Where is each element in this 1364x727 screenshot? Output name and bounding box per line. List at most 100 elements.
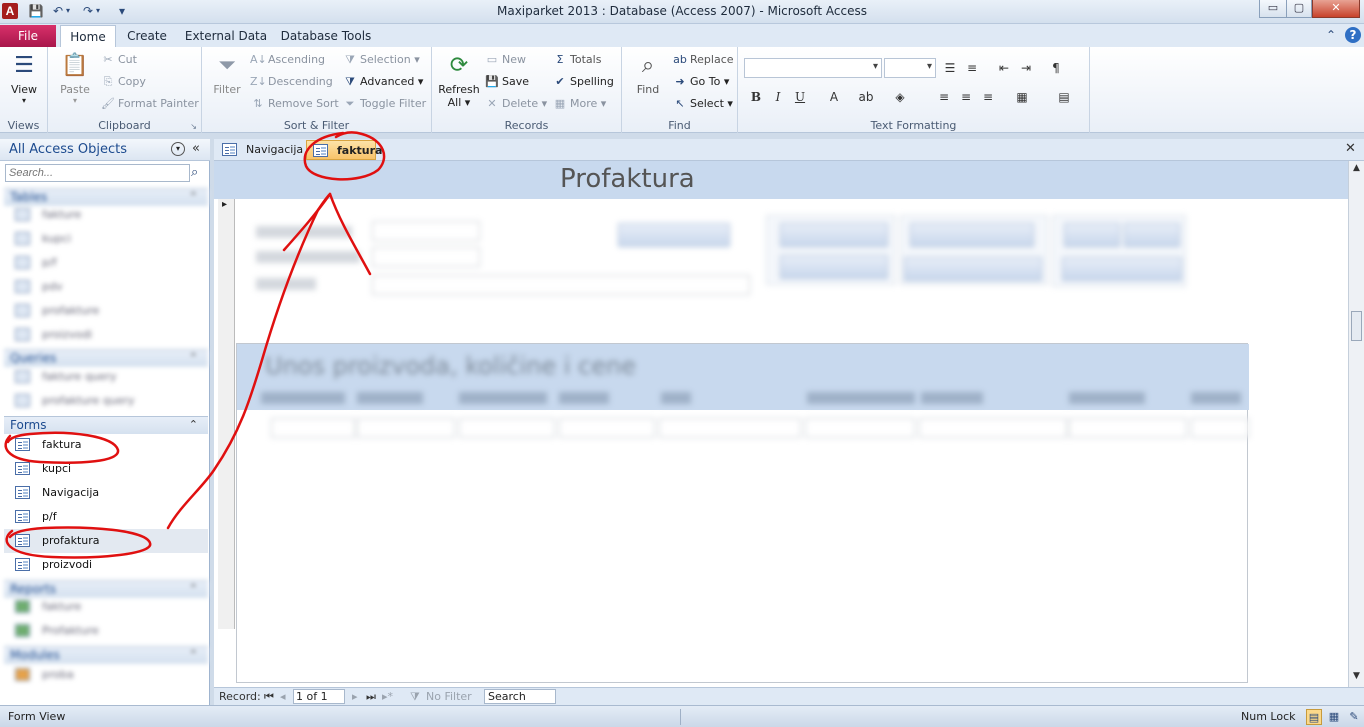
- scroll-thumb[interactable]: [1351, 311, 1362, 341]
- align-right-icon[interactable]: ≡: [978, 87, 998, 107]
- record-selector[interactable]: [218, 199, 235, 629]
- nav-table-item[interactable]: p/f: [4, 251, 208, 275]
- form-button[interactable]: [780, 255, 888, 279]
- form-button[interactable]: [1062, 257, 1182, 281]
- subform-cell[interactable]: [805, 418, 915, 438]
- collapse-nav-icon[interactable]: «: [192, 141, 200, 156]
- form-view-icon[interactable]: ▤: [1306, 709, 1322, 725]
- highlight-icon[interactable]: ab: [856, 87, 876, 107]
- copy-button[interactable]: ⎘ Copy: [100, 72, 146, 92]
- nav-module-item[interactable]: proba: [4, 663, 208, 687]
- dialog-launcher-icon[interactable]: ↘: [190, 122, 197, 131]
- nav-header[interactable]: All Access Objects ▾ «: [0, 139, 210, 161]
- maximize-button[interactable]: ▢: [1286, 0, 1312, 18]
- nav-table-item[interactable]: fakture: [4, 203, 208, 227]
- cut-button[interactable]: ✂ Cut: [100, 50, 137, 70]
- save-record-button[interactable]: 💾 Save: [484, 72, 529, 92]
- nav-search-input[interactable]: [5, 164, 190, 182]
- close-button[interactable]: ✕: [1312, 0, 1360, 18]
- form-button[interactable]: [1124, 223, 1180, 247]
- form-button[interactable]: [910, 223, 1034, 247]
- numbering-icon[interactable]: ≡: [962, 58, 982, 78]
- tab-external-data[interactable]: External Data: [184, 25, 268, 47]
- new-record-button[interactable]: ▭ New: [484, 50, 526, 70]
- paste-button[interactable]: 📋 Paste ▾: [56, 51, 94, 105]
- align-left-icon[interactable]: ≡: [934, 87, 954, 107]
- view-button[interactable]: ☰ View ▾: [6, 51, 42, 105]
- delete-button[interactable]: ✕ Delete ▾: [484, 94, 547, 114]
- font-name-combo[interactable]: [744, 58, 882, 78]
- nav-query-item[interactable]: profakture query: [4, 389, 208, 413]
- nav-group-modules[interactable]: Modules ⌃: [4, 646, 208, 664]
- increase-indent-icon[interactable]: ⇥: [1016, 58, 1036, 78]
- subform-cell[interactable]: [459, 418, 555, 438]
- decrease-indent-icon[interactable]: ⇤: [994, 58, 1014, 78]
- doc-tab-navigacija[interactable]: Navigacija: [216, 140, 306, 160]
- design-view-icon[interactable]: ✎: [1346, 709, 1362, 725]
- nav-table-item[interactable]: proizvodi: [4, 323, 208, 347]
- close-document-icon[interactable]: ✕: [1345, 141, 1356, 156]
- spelling-button[interactable]: ✔ Spelling: [552, 72, 613, 92]
- next-record-icon[interactable]: ▸: [352, 689, 358, 705]
- nav-report-item[interactable]: Profakture: [4, 619, 208, 643]
- find-button[interactable]: ⌕ Find: [628, 51, 668, 96]
- subform-cell[interactable]: [271, 418, 355, 438]
- tab-home[interactable]: Home: [60, 25, 116, 47]
- record-search-input[interactable]: Search: [484, 689, 556, 704]
- filter-button[interactable]: ⏷ Filter: [208, 51, 246, 96]
- ascending-button[interactable]: A↓Ascending: [250, 50, 325, 70]
- layout-view-icon[interactable]: ▦: [1326, 709, 1342, 725]
- subform-cell[interactable]: [357, 418, 455, 438]
- nav-form-faktura[interactable]: faktura: [4, 433, 208, 457]
- form-button[interactable]: [1064, 223, 1120, 247]
- goto-button[interactable]: ➜ Go To ▾: [672, 72, 729, 92]
- minimize-button[interactable]: ▭: [1259, 0, 1287, 18]
- subform-cell[interactable]: [559, 418, 655, 438]
- nav-form-navigacija[interactable]: Navigacija: [4, 481, 208, 505]
- advanced-button[interactable]: ⧩ Advanced ▾: [342, 72, 423, 92]
- previous-record-icon[interactable]: ◂: [280, 689, 286, 705]
- fill-color-icon[interactable]: ◈: [890, 87, 910, 107]
- form-button[interactable]: [780, 223, 888, 247]
- form-button[interactable]: [618, 223, 730, 247]
- search-icon[interactable]: ⌕: [191, 165, 198, 180]
- nav-group-forms[interactable]: Forms ⌃: [4, 416, 208, 434]
- subform-cell[interactable]: [659, 418, 801, 438]
- italic-button[interactable]: I: [768, 87, 788, 107]
- subform-cell[interactable]: [1191, 418, 1249, 438]
- totals-button[interactable]: Σ Totals: [552, 50, 602, 70]
- nav-table-item[interactable]: pdv: [4, 275, 208, 299]
- form-button[interactable]: [904, 257, 1042, 281]
- underline-button[interactable]: U: [790, 87, 810, 107]
- paragraph-direction-icon[interactable]: ¶: [1046, 58, 1066, 78]
- format-painter-button[interactable]: 🖌 Format Painter: [100, 94, 199, 114]
- text-field[interactable]: [372, 221, 480, 241]
- vertical-scrollbar[interactable]: ▲ ▼: [1348, 161, 1364, 687]
- current-record-input[interactable]: 1 of 1: [293, 689, 345, 704]
- first-record-icon[interactable]: ⏮: [264, 689, 274, 705]
- combo-field[interactable]: [372, 275, 750, 295]
- minimize-ribbon-icon[interactable]: ⌃: [1323, 27, 1339, 43]
- tab-database-tools[interactable]: Database Tools: [280, 25, 372, 47]
- remove-sort-button[interactable]: ⇅ Remove Sort: [250, 94, 338, 114]
- no-filter-icon[interactable]: ⧩: [410, 689, 420, 705]
- bold-button[interactable]: B: [746, 87, 766, 107]
- nav-form-profaktura[interactable]: profaktura: [4, 529, 208, 553]
- new-blank-record-icon[interactable]: ▸*: [382, 689, 393, 705]
- subform-cell[interactable]: [1069, 418, 1187, 438]
- nav-form-kupci[interactable]: kupci: [4, 457, 208, 481]
- no-filter-label[interactable]: No Filter: [426, 689, 472, 705]
- nav-query-item[interactable]: fakture query: [4, 365, 208, 389]
- font-size-combo[interactable]: [884, 58, 936, 78]
- bullets-icon[interactable]: ☰: [940, 58, 960, 78]
- scroll-up-icon[interactable]: ▲: [1349, 161, 1364, 176]
- nav-form-pf[interactable]: p/f: [4, 505, 208, 529]
- nav-table-item[interactable]: kupci: [4, 227, 208, 251]
- scroll-down-icon[interactable]: ▼: [1349, 669, 1364, 684]
- font-color-icon[interactable]: A: [824, 87, 844, 107]
- help-icon[interactable]: ?: [1345, 27, 1361, 43]
- align-center-icon[interactable]: ≡: [956, 87, 976, 107]
- text-field[interactable]: [372, 247, 480, 267]
- nav-form-proizvodi[interactable]: proizvodi: [4, 553, 208, 577]
- select-button[interactable]: ↖ Select ▾: [672, 94, 733, 114]
